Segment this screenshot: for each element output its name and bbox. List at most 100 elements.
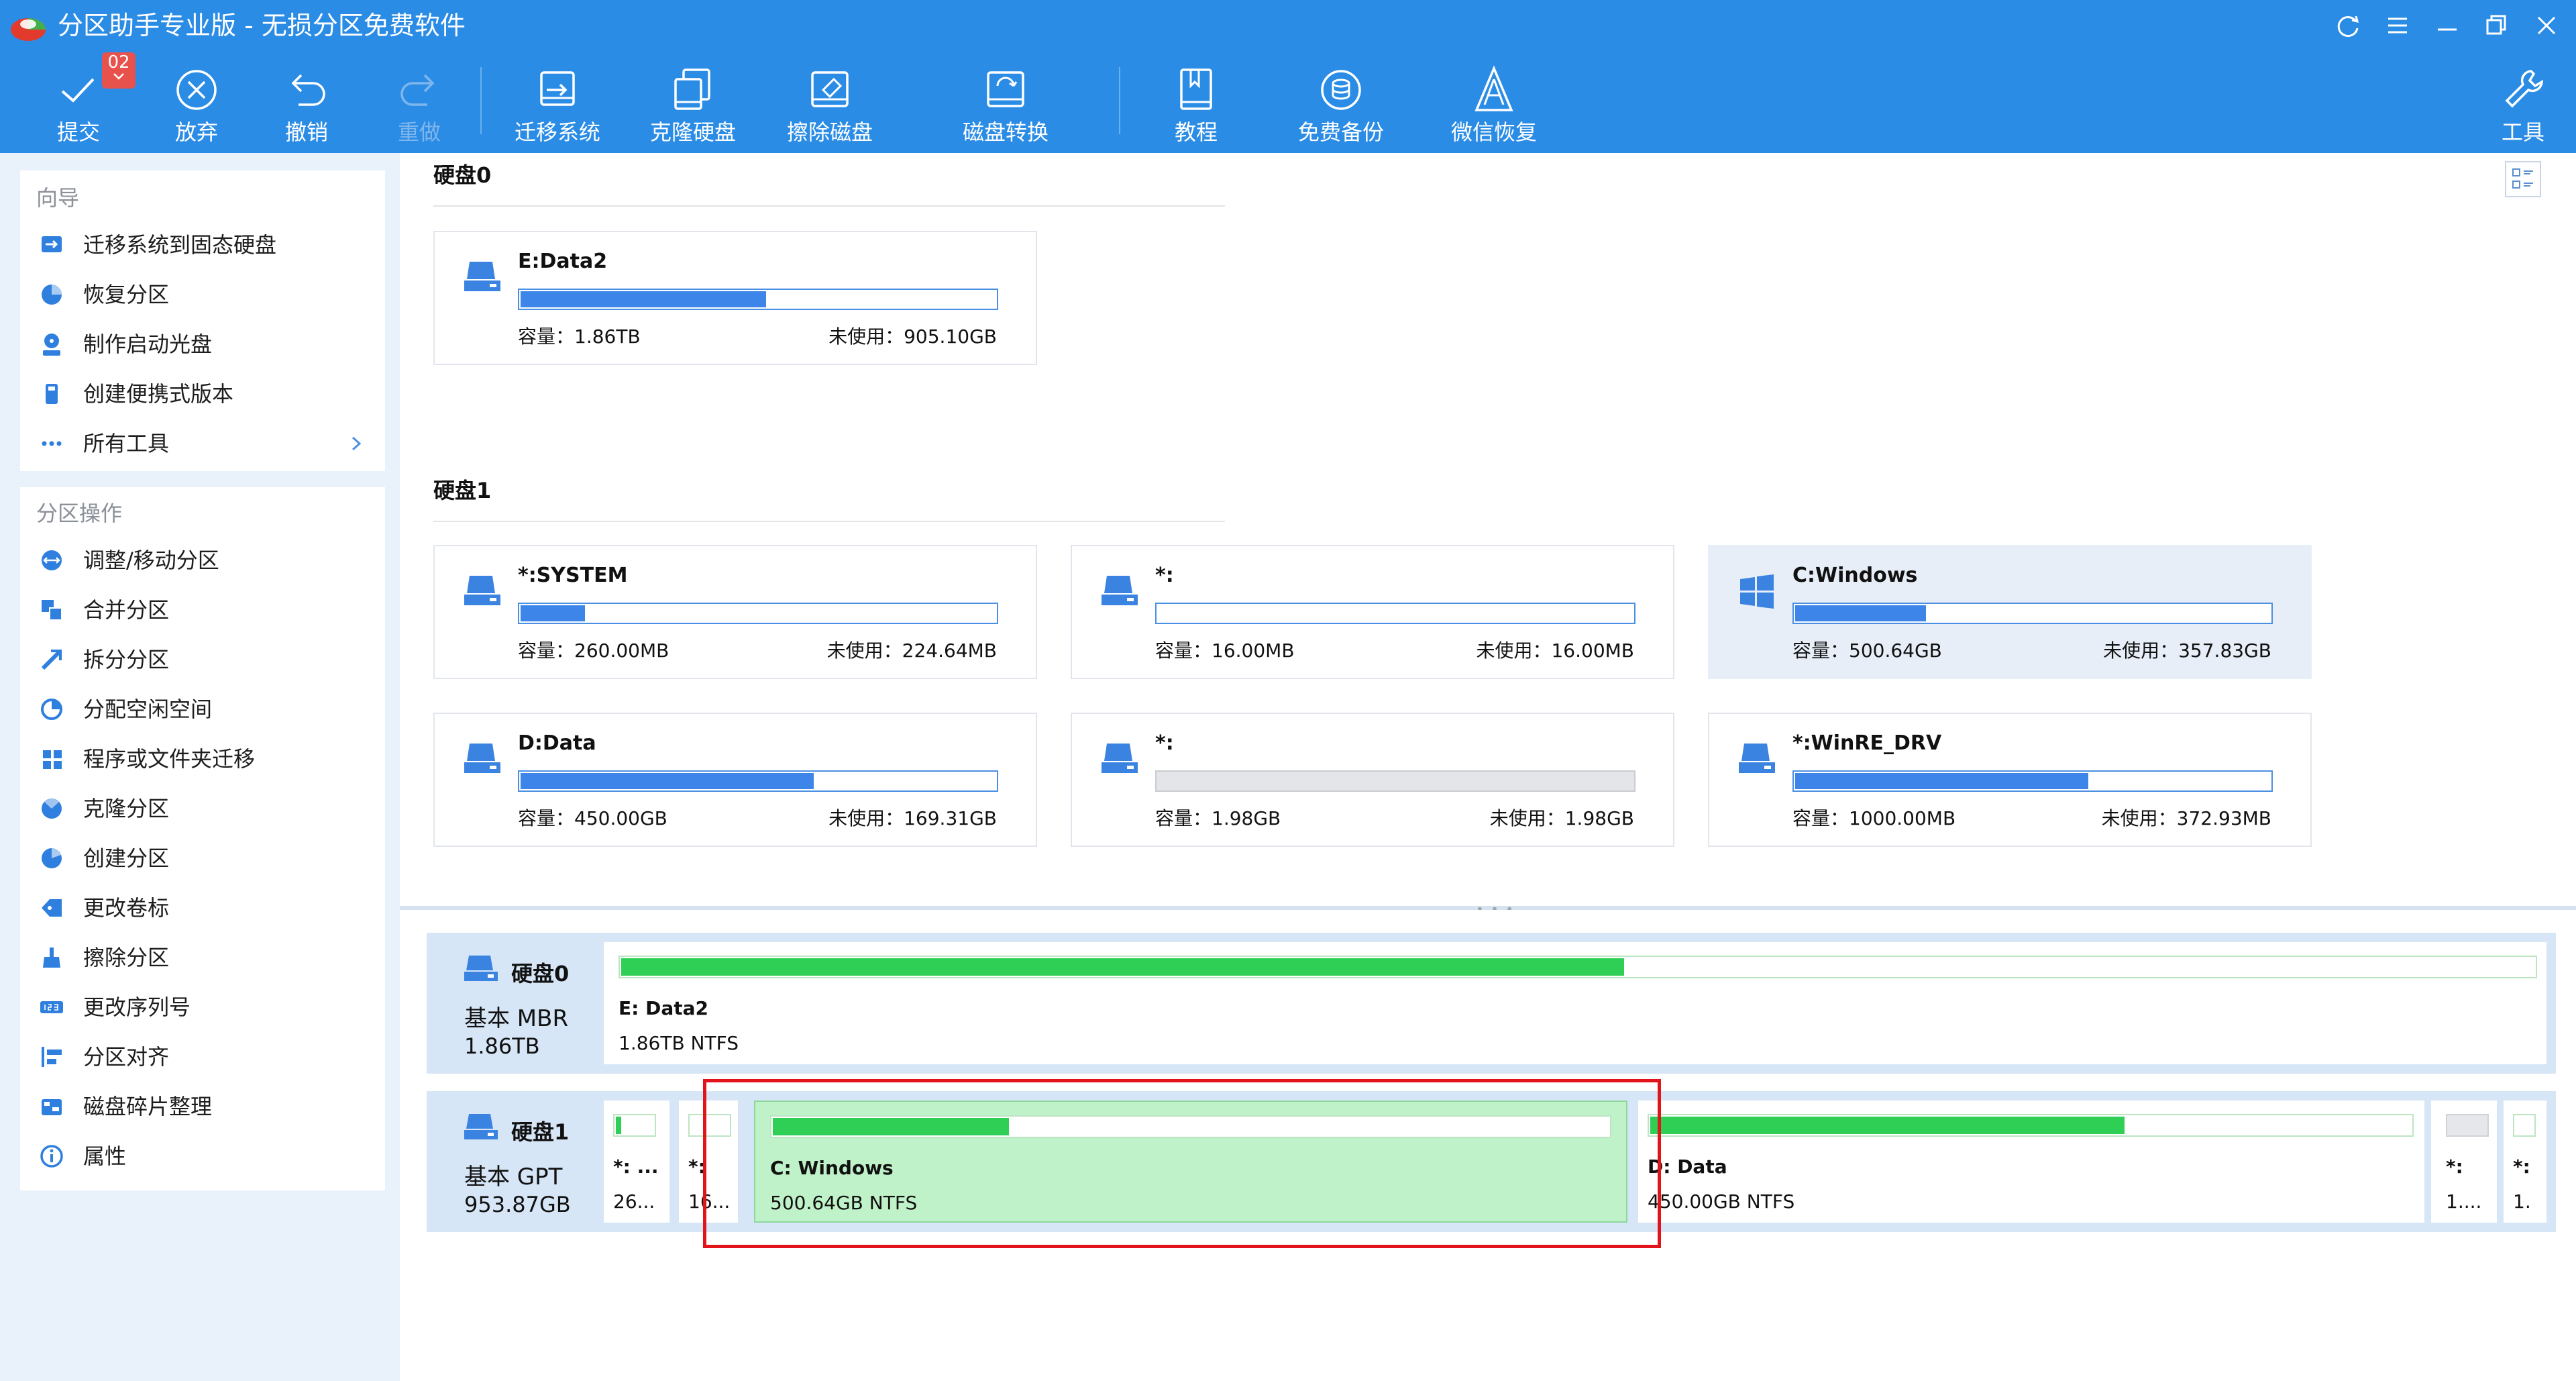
sidebar-item-wipe-partition[interactable]: 擦除分区 xyxy=(20,933,385,982)
sidebar-item-properties[interactable]: 属性 xyxy=(20,1131,385,1181)
partition-name: *:SYSTEM xyxy=(518,564,628,587)
partition-card-msr[interactable]: *: 容量：16.00MB 未使用：16.00MB xyxy=(1071,545,1674,679)
partition-name: E: Data2 xyxy=(619,997,708,1019)
clone-disk-icon xyxy=(674,68,710,110)
partition-block-unformatted[interactable]: *: 1.... xyxy=(2431,1101,2497,1223)
commit-count-badge: 02 xyxy=(102,52,136,89)
drive-icon xyxy=(464,262,500,291)
partition-card-winre[interactable]: *:WinRE_DRV 容量：1000.00MB 未使用：372.93MB xyxy=(1708,713,2312,847)
disk-convert-button[interactable]: 磁盘转换 xyxy=(962,59,1049,148)
free-backup-label: 免费备份 xyxy=(1297,119,1384,145)
info-icon xyxy=(40,1145,63,1168)
check-icon xyxy=(61,78,95,103)
partition-card-unformatted[interactable]: *: 容量：1.98GB 未使用：1.98GB xyxy=(1071,713,1674,847)
sidebar-item-defrag[interactable]: 磁盘碎片整理 xyxy=(20,1082,385,1131)
sidebar-item-all-tools[interactable]: 所有工具 xyxy=(20,419,385,468)
capacity-text: 容量：450.00GB xyxy=(518,807,667,829)
drive-icon xyxy=(464,744,500,773)
wechat-recovery-button[interactable]: 微信恢复 xyxy=(1450,59,1538,148)
usage-bar xyxy=(2513,1114,2536,1137)
close-button[interactable] xyxy=(2528,7,2565,44)
sidebar-item-resize[interactable]: 调整/移动分区 xyxy=(20,535,385,585)
menu-button[interactable] xyxy=(2379,7,2416,44)
redo-icon xyxy=(400,74,435,106)
partition-name: *: xyxy=(1155,731,1174,755)
partition-info: 450.00GB NTFS xyxy=(1648,1190,1795,1213)
capacity-text: 容量：1000.00MB xyxy=(1792,807,1956,829)
app-move-icon xyxy=(43,750,62,769)
redo-button[interactable]: 重做 xyxy=(376,59,463,148)
sidebar-item-clone-partition[interactable]: 克隆分区 xyxy=(20,784,385,833)
sidebar-item-label: 磁盘碎片整理 xyxy=(83,1094,213,1119)
partition-card-system[interactable]: *:SYSTEM 容量：260.00MB 未使用：224.64MB xyxy=(433,545,1037,679)
refresh-window-button[interactable] xyxy=(2329,7,2367,44)
partition-block-winre[interactable]: *: 1. xyxy=(2504,1101,2546,1223)
align-icon xyxy=(42,1047,62,1067)
disk0-map-row[interactable]: 硬盘0 基本 MBR 1.86TB E: Data2 1.86TB NTFS xyxy=(427,933,2556,1074)
drive-icon xyxy=(1739,744,1775,773)
disk-icon xyxy=(464,956,498,981)
partition-block-e-data2[interactable]: E: Data2 1.86TB NTFS xyxy=(604,942,2546,1064)
partition-name: E:Data2 xyxy=(518,250,608,273)
drive-icon xyxy=(1102,744,1138,773)
partition-block-system[interactable]: *: ... 26... xyxy=(604,1101,669,1223)
tutorial-button[interactable]: 教程 xyxy=(1152,59,1240,148)
sidebar-item-label: 更改序列号 xyxy=(83,994,191,1020)
partition-name: *: xyxy=(1155,564,1174,587)
sidebar-item-portable[interactable]: 创建便携式版本 xyxy=(20,369,385,419)
sidebar-item-label: 创建分区 xyxy=(83,846,170,871)
partition-block-d-data[interactable]: D: Data 450.00GB NTFS xyxy=(1638,1101,2424,1223)
wipe-disk-button[interactable]: 擦除磁盘 xyxy=(786,59,873,148)
free-backup-button[interactable]: 免费备份 xyxy=(1297,59,1385,148)
sidebar-item-label: 制作启动光盘 xyxy=(83,331,213,357)
sidebar-item-align[interactable]: 分区对齐 xyxy=(20,1032,385,1082)
usage-bar xyxy=(619,956,2537,978)
sidebar-item-migrate-ssd[interactable]: 迁移系统到固态硬盘 xyxy=(20,220,385,270)
free-space-text: 未使用：357.83GB xyxy=(2103,640,2271,662)
capacity-text: 容量：16.00MB xyxy=(1155,640,1295,662)
usage-bar xyxy=(1155,603,1635,624)
sidebar-item-label: 分区对齐 xyxy=(83,1044,170,1070)
view-layout-button[interactable] xyxy=(2505,161,2541,197)
recover-partition-icon xyxy=(42,285,62,305)
create-partition-icon xyxy=(42,848,62,868)
disk-convert-label: 磁盘转换 xyxy=(962,119,1049,145)
partition-info: 1. xyxy=(2513,1190,2531,1213)
sidebar-item-change-serial[interactable]: 更改序列号 xyxy=(20,982,385,1032)
partition-info: 26... xyxy=(613,1190,655,1213)
minimize-button[interactable] xyxy=(2428,7,2466,44)
sidebar-item-merge[interactable]: 合并分区 xyxy=(20,585,385,635)
serial-icon xyxy=(40,1001,63,1013)
discard-button[interactable]: 放弃 xyxy=(153,59,240,148)
drive-icon xyxy=(1102,576,1138,605)
split-icon xyxy=(41,649,62,670)
sidebar-item-recover-partition[interactable]: 恢复分区 xyxy=(20,270,385,319)
sidebar-item-change-label[interactable]: 更改卷标 xyxy=(20,883,385,933)
free-space-text: 未使用：169.31GB xyxy=(828,807,997,829)
wizard-title: 向导 xyxy=(36,185,80,211)
sidebar-item-boot-disc[interactable]: 制作启动光盘 xyxy=(20,319,385,369)
tools-button[interactable]: 工具 xyxy=(2479,59,2567,148)
partition-card-c-windows[interactable]: C:Windows 容量：500.64GB 未使用：357.83GB xyxy=(1708,545,2312,679)
sidebar-item-app-move[interactable]: 程序或文件夹迁移 xyxy=(20,734,385,784)
restore-button[interactable] xyxy=(2478,7,2516,44)
app-title: 分区助手专业版 - 无损分区免费软件 xyxy=(58,11,466,40)
clone-disk-label: 克隆硬盘 xyxy=(649,119,736,145)
sidebar-item-create-partition[interactable]: 创建分区 xyxy=(20,833,385,883)
divider xyxy=(433,521,1225,522)
disk-type: 基本 GPT xyxy=(464,1164,563,1190)
partition-info: 1.... xyxy=(2446,1190,2482,1213)
clone-disk-button[interactable]: 克隆硬盘 xyxy=(649,59,737,148)
migrate-system-icon xyxy=(540,71,575,106)
partition-card-d-data[interactable]: D:Data 容量：450.00GB 未使用：169.31GB xyxy=(433,713,1037,847)
windows-icon xyxy=(1740,574,1774,609)
usage-bar xyxy=(1792,770,2273,792)
sidebar-item-label: 创建便携式版本 xyxy=(83,381,234,407)
migrate-system-button[interactable]: 迁移系统 xyxy=(514,59,601,148)
partition-card-e-data2[interactable]: E:Data2 容量：1.86TB 未使用：905.10GB xyxy=(433,231,1037,365)
usage-bar-fill xyxy=(521,291,767,307)
chevron-right-icon xyxy=(352,436,362,451)
sidebar-item-split[interactable]: 拆分分区 xyxy=(20,635,385,684)
undo-button[interactable]: 撤销 xyxy=(263,59,350,148)
sidebar-item-allocate[interactable]: 分配空闲空间 xyxy=(20,684,385,734)
